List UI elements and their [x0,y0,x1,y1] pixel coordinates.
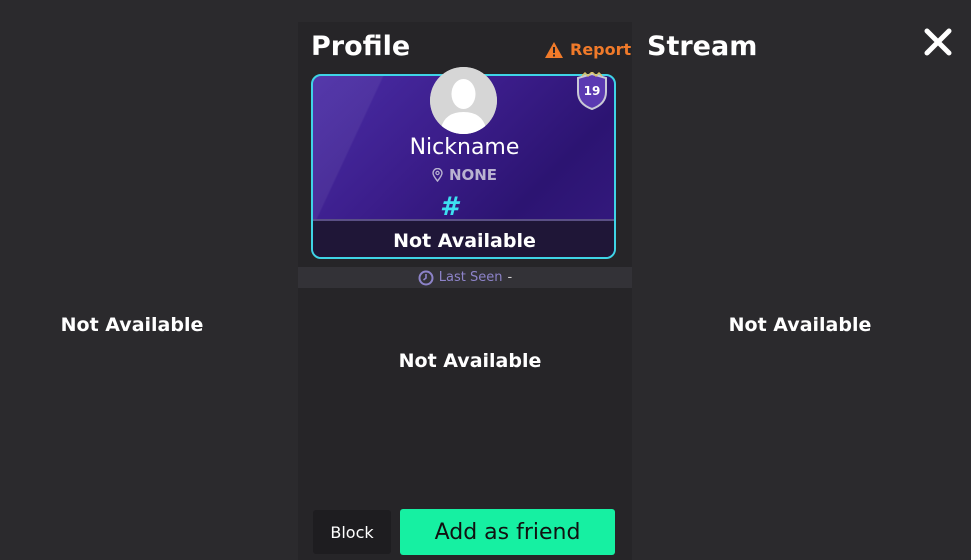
report-button[interactable]: Report [544,40,631,59]
warning-icon [545,41,563,58]
stream-status: Not Available [728,314,872,336]
last-seen-value: - [507,270,513,285]
shield-badge-icon: 19 [577,72,607,110]
location-value: NONE [448,166,498,184]
user-silhouette-icon [430,67,497,134]
location-pin-icon [432,168,443,182]
avatar[interactable] [430,67,497,134]
report-label: Report [570,40,632,59]
left-panel-status: Not Available [60,314,204,336]
profile-title: Profile [311,31,411,62]
nickname: Nickname [409,135,520,160]
close-icon[interactable] [922,26,954,58]
profile-body-status: Not Available [398,350,542,372]
card-status: Not Available [393,230,536,252]
location: NONE [312,166,617,184]
tag-symbol: # [440,192,459,222]
clock-icon [418,270,434,285]
stream-title: Stream [647,31,758,62]
add-friend-button[interactable]: Add as friend [400,509,615,555]
last-seen-label: Last Seen [438,270,503,285]
last-seen-bar: Last Seen - [298,267,632,288]
block-button[interactable]: Block [313,510,391,554]
level-number: 19 [584,84,601,98]
